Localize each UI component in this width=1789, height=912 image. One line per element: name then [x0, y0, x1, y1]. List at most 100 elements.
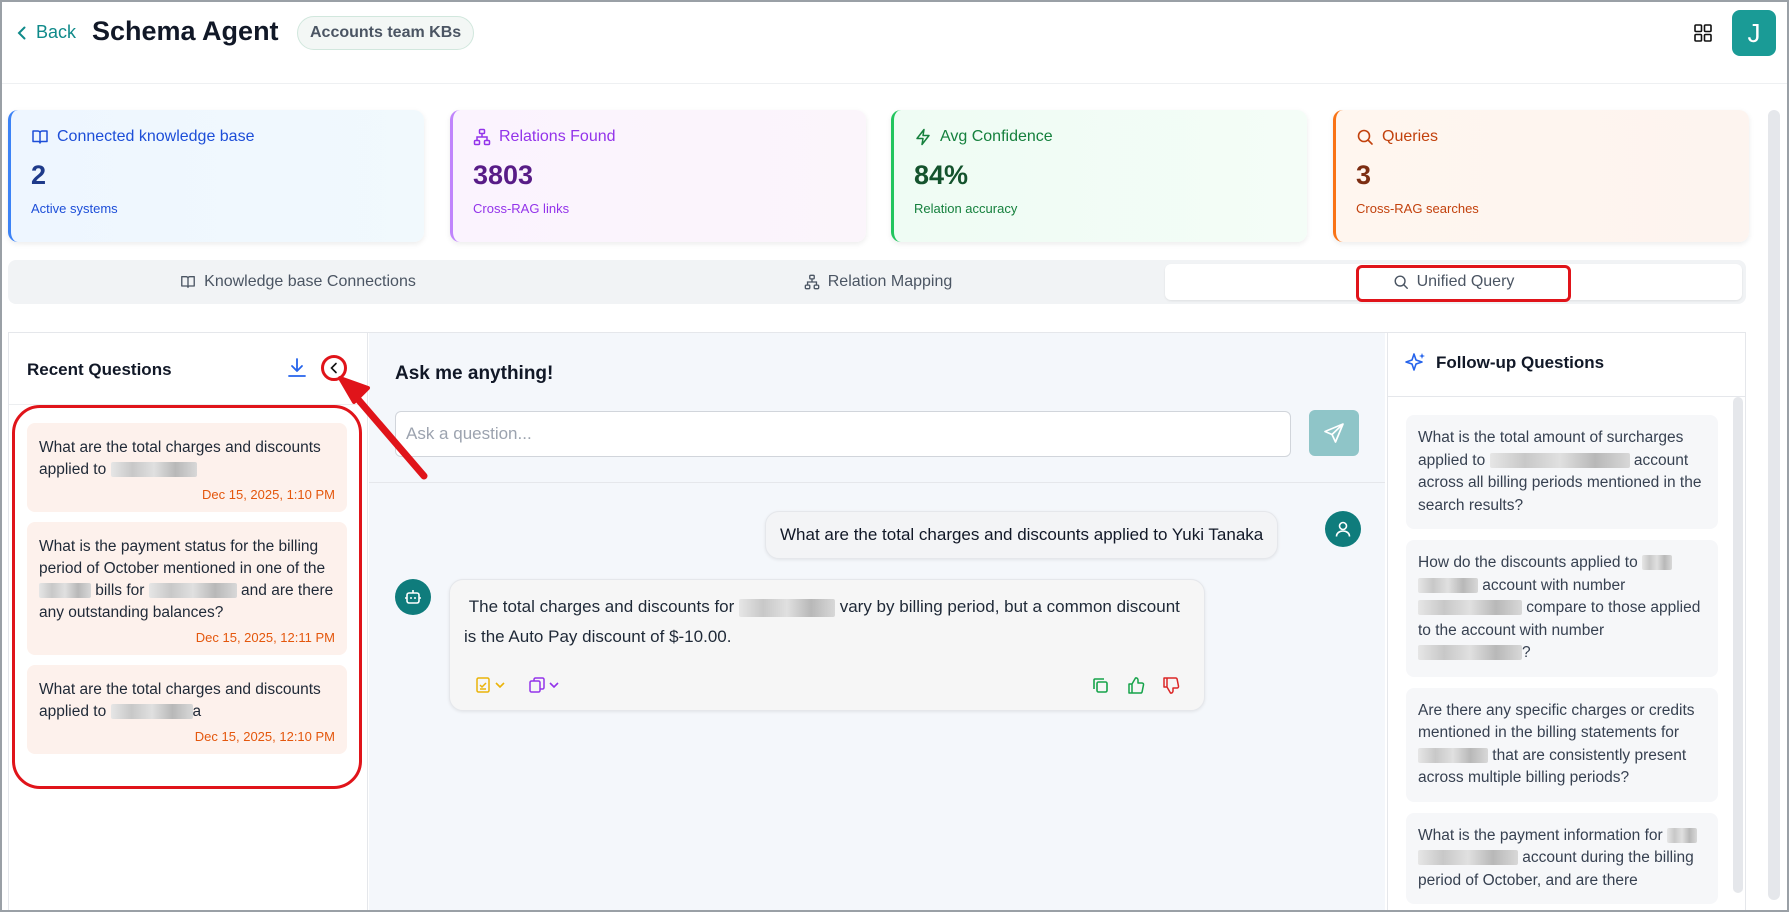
redacted-name [1418, 577, 1478, 593]
documents-icon [529, 677, 545, 693]
question-timestamp: Dec 15, 2025, 1:10 PM [202, 487, 335, 502]
page-title: Schema Agent [92, 16, 279, 46]
chevron-left-icon [330, 362, 337, 374]
stat-card-relations: Relations Found 3803 Cross-RAG links [450, 110, 866, 242]
follow-up-text-part: How do the discounts applied to [1418, 554, 1643, 571]
stat-card-queries: Queries 3 Cross-RAG searches [1333, 110, 1749, 242]
follow-up-item[interactable]: What is the total amount of surcharges a… [1406, 415, 1718, 529]
question-text: What are the total charges and discounts… [39, 437, 335, 481]
redacted-name [739, 598, 835, 617]
chevron-down-icon [495, 682, 505, 689]
user-avatar [1325, 511, 1361, 547]
stat-subtitle: Relation accuracy [914, 201, 1018, 216]
follow-up-list: What is the total amount of surcharges a… [1406, 415, 1718, 910]
bot-avatar [395, 579, 431, 615]
ask-heading: Ask me anything! [395, 363, 554, 384]
copy-icon[interactable] [1091, 676, 1110, 695]
tab-relation-mapping[interactable]: Relation Mapping [588, 264, 1168, 300]
related-docs-dropdown[interactable] [528, 676, 560, 694]
stat-title: Connected knowledge base [57, 128, 255, 145]
follow-up-text-part: ? [1522, 644, 1531, 661]
stat-title: Relations Found [499, 128, 616, 145]
recent-questions-sidebar: Recent Questions What are the total char… [9, 333, 368, 910]
question-input[interactable] [395, 411, 1291, 457]
bot-message-left-actions [474, 676, 560, 694]
stat-subtitle: Cross-RAG links [473, 201, 570, 216]
kb-badge[interactable]: Accounts team KBs [297, 16, 475, 50]
bot-message-text: The total charges and discounts for vary… [464, 592, 1190, 652]
sparkle-icon [1405, 353, 1425, 371]
thumbs-down-icon[interactable] [1161, 676, 1180, 695]
user-message: What are the total charges and discounts… [765, 511, 1279, 559]
stat-value: 2 [31, 160, 47, 190]
recent-questions-list: What are the total charges and discounts… [12, 405, 362, 789]
chevron-left-icon [17, 26, 26, 39]
recent-questions-header: Recent Questions [9, 333, 367, 405]
redacted-name [1418, 850, 1518, 866]
recent-question-item[interactable]: What are the total charges and discounts… [27, 665, 347, 754]
redacted-name [1489, 452, 1630, 468]
follow-up-item[interactable]: What is the payment information for acco… [1406, 812, 1718, 904]
user-icon [1335, 521, 1351, 537]
follow-up-header: Follow-up Questions [1388, 333, 1745, 397]
question-timestamp: Dec 15, 2025, 12:10 PM [194, 729, 335, 744]
chat-area: Ask me anything! What are the total char… [369, 333, 1385, 910]
follow-up-text-part: What is the payment information for [1418, 826, 1667, 844]
tab-label: Knowledge base Connections [204, 273, 416, 290]
back-label: Back [36, 22, 77, 42]
top-header: Back Schema Agent Accounts team KBs J [2, 2, 1787, 84]
collapse-sidebar-button[interactable] [321, 355, 347, 381]
question-timestamp: Dec 15, 2025, 12:11 PM [195, 630, 335, 645]
document-check-icon [476, 677, 490, 693]
network-icon [473, 128, 491, 146]
annotation-highlight-box [1356, 265, 1571, 302]
book-icon [181, 276, 196, 288]
follow-up-scrollbar[interactable] [1733, 397, 1743, 893]
chevron-down-icon [549, 682, 559, 689]
page-scrollbar[interactable] [1768, 110, 1780, 900]
thumbs-up-icon[interactable] [1126, 676, 1145, 695]
download-icon[interactable] [287, 357, 307, 379]
back-button[interactable]: Back [14, 22, 76, 43]
follow-up-item[interactable]: Are there any specific charges or credit… [1406, 687, 1718, 802]
question-text-part: a [192, 703, 202, 720]
recent-question-item[interactable]: What is the payment status for the billi… [27, 522, 347, 655]
stat-value: 3 [1356, 160, 1372, 190]
grid-icon[interactable] [1694, 24, 1712, 42]
send-button[interactable] [1309, 410, 1359, 456]
bolt-icon [916, 128, 930, 146]
unified-query-panel: Recent Questions What are the total char… [8, 332, 1746, 910]
stat-title: Queries [1382, 128, 1439, 145]
follow-up-title: Follow-up Questions [1436, 353, 1605, 372]
follow-up-item[interactable]: How do the discounts applied to account … [1406, 540, 1718, 677]
stat-subtitle: Active systems [31, 201, 118, 216]
redacted-name [1418, 747, 1488, 763]
ask-header: Ask me anything! [369, 333, 1385, 483]
follow-up-text-part: account with number [1478, 576, 1626, 594]
question-text: What are the total charges and discounts… [39, 679, 335, 723]
recent-question-item[interactable]: What are the total charges and discounts… [27, 423, 347, 512]
bot-message-feedback [1091, 676, 1180, 695]
stat-subtitle: Cross-RAG searches [1356, 201, 1479, 216]
redacted-name [110, 704, 193, 720]
question-text-part: bills for [91, 582, 149, 599]
redacted-name [148, 583, 237, 599]
tab-knowledge-base-connections[interactable]: Knowledge base Connections [8, 264, 588, 300]
send-icon [1324, 423, 1344, 443]
search-icon [1357, 129, 1373, 145]
follow-up-sidebar: Follow-up Questions What is the total am… [1387, 333, 1745, 910]
recent-questions-title: Recent Questions [27, 360, 172, 379]
sources-dropdown[interactable] [474, 676, 506, 694]
question-text: What is the payment status for the billi… [39, 536, 335, 624]
tab-label: Relation Mapping [827, 273, 953, 290]
bot-text-part: The total charges and discounts for [468, 597, 739, 616]
redacted-name [1666, 827, 1697, 843]
stat-card-knowledge-base: Connected knowledge base 2 Active system… [8, 110, 424, 242]
question-text-part: What is the payment status for the billi… [39, 538, 326, 577]
bot-icon [405, 590, 421, 604]
avatar[interactable]: J [1732, 10, 1776, 56]
bot-message: The total charges and discounts for vary… [449, 579, 1205, 711]
stat-value: 84% [914, 160, 969, 190]
redacted-name [110, 462, 197, 478]
stat-card-confidence: Avg Confidence 84% Relation accuracy [891, 110, 1307, 242]
